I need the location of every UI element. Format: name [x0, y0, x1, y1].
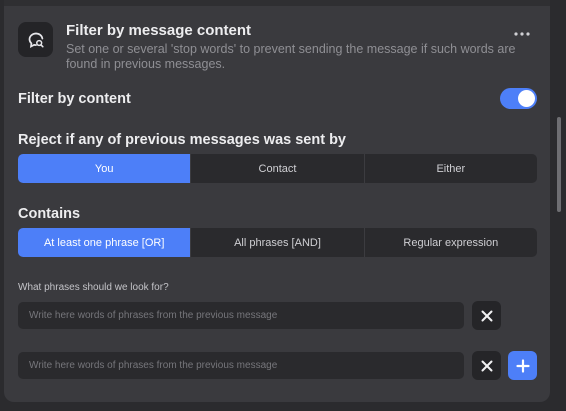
contains-option-or[interactable]: At least one phrase [OR]	[18, 228, 191, 257]
toggle-knob	[518, 90, 535, 107]
message-search-icon	[18, 22, 53, 57]
reject-sender-label: Reject if any of previous messages was s…	[18, 132, 346, 148]
contains-option-and[interactable]: All phrases [AND]	[190, 228, 363, 257]
phrase-input-2[interactable]	[18, 352, 464, 379]
reject-sender-segmented-control: You Contact Either	[18, 154, 537, 183]
sender-option-contact[interactable]: Contact	[190, 154, 363, 183]
scrollbar-track[interactable]	[552, 0, 566, 411]
filter-by-content-toggle[interactable]	[500, 88, 537, 109]
phrase-input-1[interactable]	[18, 302, 464, 329]
scrollbar-thumb[interactable]	[557, 117, 561, 212]
contains-label: Contains	[18, 206, 81, 222]
contains-option-regex[interactable]: Regular expression	[363, 228, 537, 257]
sender-option-you[interactable]: You	[18, 154, 191, 183]
plus-icon	[515, 358, 530, 373]
clear-phrase-2-button[interactable]	[472, 351, 501, 380]
card-description: Set one or several 'stop words' to preve…	[66, 42, 516, 71]
phrases-label: What phrases should we look for?	[18, 282, 169, 293]
card-title: Filter by message content	[66, 22, 252, 39]
close-icon	[481, 360, 492, 371]
sender-option-either[interactable]: Either	[363, 154, 537, 183]
contains-segmented-control: At least one phrase [OR] All phrases [AN…	[18, 228, 537, 257]
clear-phrase-1-button[interactable]	[472, 301, 501, 330]
filter-by-content-label: Filter by content	[18, 91, 131, 107]
app-window: Filter by message content Set one or sev…	[0, 0, 566, 411]
more-options-button[interactable]	[510, 24, 534, 44]
close-icon	[481, 310, 492, 321]
more-horizontal-icon	[514, 32, 530, 36]
add-phrase-button[interactable]	[508, 351, 537, 380]
